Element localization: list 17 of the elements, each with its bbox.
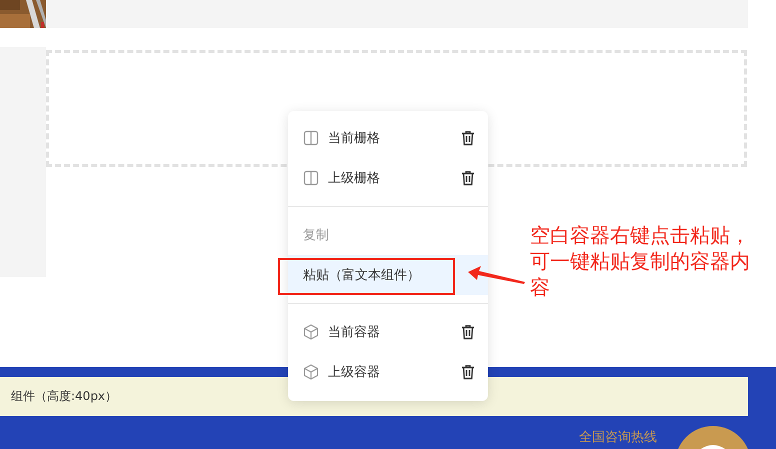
delete-icon[interactable]: [460, 324, 476, 340]
cube-icon: [303, 364, 319, 380]
menu-item[interactable]: 当前栅格: [288, 118, 488, 158]
hotline-label: 全国咨询热线: [579, 429, 657, 446]
menu-item[interactable]: 上级栅格: [288, 158, 488, 198]
columns-icon: [303, 130, 319, 146]
delete-icon[interactable]: [460, 170, 476, 186]
phone-icon[interactable]: [675, 426, 751, 449]
cube-icon: [303, 324, 319, 340]
menu-item[interactable]: 上级容器: [288, 352, 488, 392]
annotation-text: 空白容器右键点击粘贴，可一键粘贴复制的容器内容: [530, 222, 751, 300]
delete-icon[interactable]: [460, 364, 476, 380]
delete-icon[interactable]: [460, 130, 476, 146]
spacer-label: 组件（高度:40px）: [11, 388, 118, 405]
menu-item[interactable]: 当前容器: [288, 312, 488, 352]
columns-icon: [303, 170, 319, 186]
arrow: [467, 266, 527, 286]
